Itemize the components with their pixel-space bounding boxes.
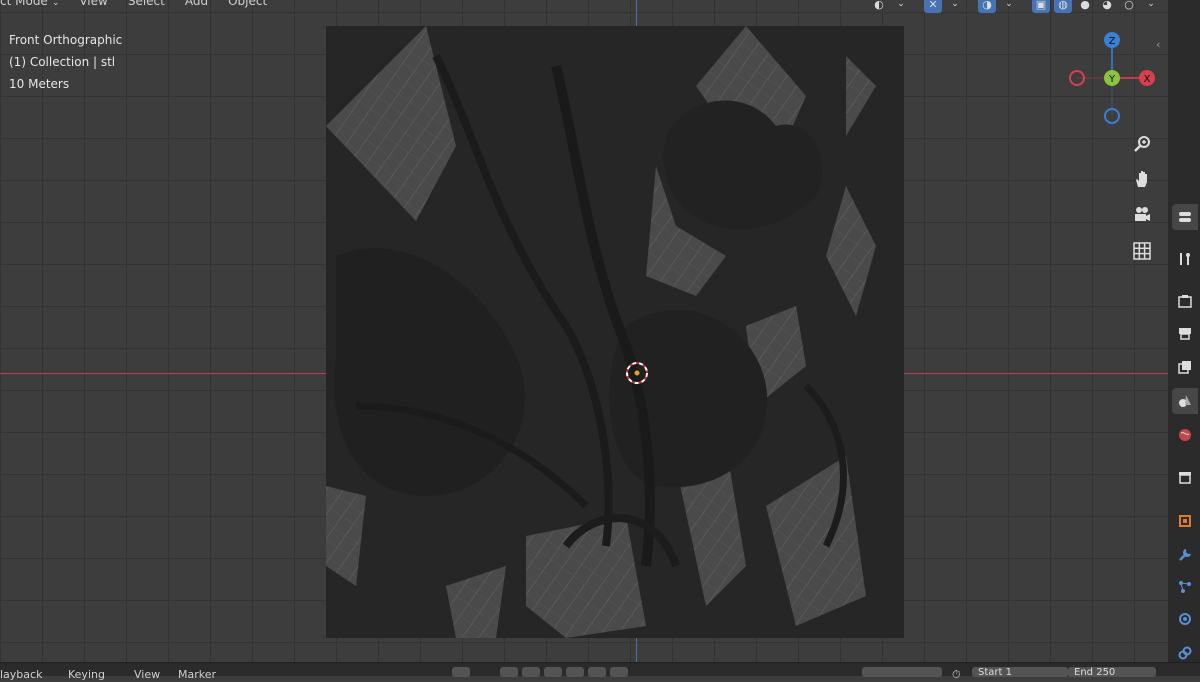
play-icon[interactable] bbox=[566, 667, 584, 677]
properties-tab-bar bbox=[1168, 0, 1200, 662]
viewport-info-overlay: Front Orthographic (1) Collection | stl … bbox=[9, 29, 122, 95]
camera-icon[interactable] bbox=[1128, 200, 1156, 228]
solid-shading-icon[interactable]: ● bbox=[1076, 0, 1094, 13]
clock-icon[interactable]: ⏱ bbox=[952, 668, 961, 682]
start-value: 1 bbox=[1005, 667, 1012, 678]
chevron-down-icon: ⌄ bbox=[51, 0, 60, 8]
collection-info: (1) Collection | stl bbox=[9, 55, 116, 69]
tool-icon[interactable] bbox=[1172, 204, 1198, 230]
particles-icon[interactable] bbox=[1172, 574, 1198, 600]
world-icon[interactable] bbox=[1172, 422, 1198, 448]
modifier-icon[interactable] bbox=[1172, 542, 1198, 568]
jump-start-icon[interactable] bbox=[500, 667, 518, 677]
object-icon[interactable] bbox=[1172, 508, 1198, 534]
z-axis-label: Z bbox=[1109, 36, 1116, 47]
chevron-down-icon[interactable]: ⌄ bbox=[946, 0, 964, 13]
menu-select[interactable]: Select bbox=[122, 0, 171, 14]
material-shading-icon[interactable]: ◕ bbox=[1098, 0, 1116, 13]
current-frame-field[interactable] bbox=[862, 667, 942, 677]
3d-cursor-icon[interactable] bbox=[625, 361, 649, 385]
grid-icon[interactable] bbox=[1128, 237, 1156, 265]
collection-icon[interactable] bbox=[1172, 464, 1198, 490]
record-button[interactable] bbox=[452, 667, 470, 677]
view-layer-icon[interactable] bbox=[1172, 354, 1198, 380]
end-value: 250 bbox=[1096, 667, 1116, 678]
viewport-header: ct Mode ⌄ View Select Add Object bbox=[0, 0, 273, 14]
end-frame-field[interactable]: End 250 bbox=[1068, 667, 1156, 678]
mode-selector[interactable]: ct Mode ⌄ bbox=[0, 0, 65, 14]
navigation-gizmo[interactable]: Z X Y bbox=[1068, 30, 1158, 126]
hand-pan-icon[interactable] bbox=[1128, 165, 1156, 193]
grid-scale: 10 Meters bbox=[9, 77, 70, 91]
next-keyframe-icon[interactable] bbox=[588, 667, 606, 677]
wireframe-shading-icon[interactable]: ◍ bbox=[1054, 0, 1072, 13]
chevron-down-icon[interactable]: ⌄ bbox=[892, 0, 910, 13]
xray-toggle-icon[interactable]: ▣ bbox=[1032, 0, 1050, 13]
view-name: Front Orthographic bbox=[9, 33, 123, 47]
mode-label: ct Mode bbox=[0, 0, 48, 8]
play-reverse-icon[interactable] bbox=[544, 667, 562, 677]
3d-viewport[interactable] bbox=[0, 0, 1168, 662]
start-frame-field[interactable]: Start 1 bbox=[972, 667, 1068, 678]
stl-mesh-object[interactable] bbox=[326, 26, 904, 638]
timeline-header: layback Keying View Marker ⏱ Start 1 End… bbox=[0, 662, 1200, 681]
x-axis-label: X bbox=[1144, 74, 1151, 85]
menu-add[interactable]: Add bbox=[179, 0, 214, 14]
scene-tool-icon[interactable] bbox=[1172, 246, 1198, 272]
visibility-icon[interactable]: ◐ bbox=[870, 0, 888, 13]
y-axis-label: Y bbox=[1108, 74, 1116, 85]
overlay-toggle-icon[interactable]: ◑ bbox=[978, 0, 996, 13]
chevron-down-icon[interactable]: ⌄ bbox=[1000, 0, 1018, 13]
menu-view[interactable]: View bbox=[73, 0, 113, 14]
start-label: Start bbox=[978, 667, 1003, 678]
render-icon[interactable] bbox=[1172, 288, 1198, 314]
output-icon[interactable] bbox=[1172, 320, 1198, 346]
end-label: End bbox=[1074, 667, 1094, 678]
jump-end-icon[interactable] bbox=[610, 667, 628, 677]
viewport-header-tools: ◐ ⌄ ✕ ⌄ ◑ ⌄ ▣ ◍ ● ◕ ○ ⌄ bbox=[870, 0, 1160, 14]
physics-icon[interactable] bbox=[1172, 606, 1198, 632]
gizmo-toggle-icon[interactable]: ✕ bbox=[924, 0, 942, 13]
chevron-down-icon[interactable]: ⌄ bbox=[1142, 0, 1160, 13]
prev-keyframe-icon[interactable] bbox=[522, 667, 540, 677]
zoom-icon[interactable] bbox=[1128, 130, 1156, 158]
rendered-shading-icon[interactable]: ○ bbox=[1120, 0, 1138, 13]
scene-icon[interactable] bbox=[1172, 388, 1198, 414]
menu-object[interactable]: Object bbox=[222, 0, 273, 14]
